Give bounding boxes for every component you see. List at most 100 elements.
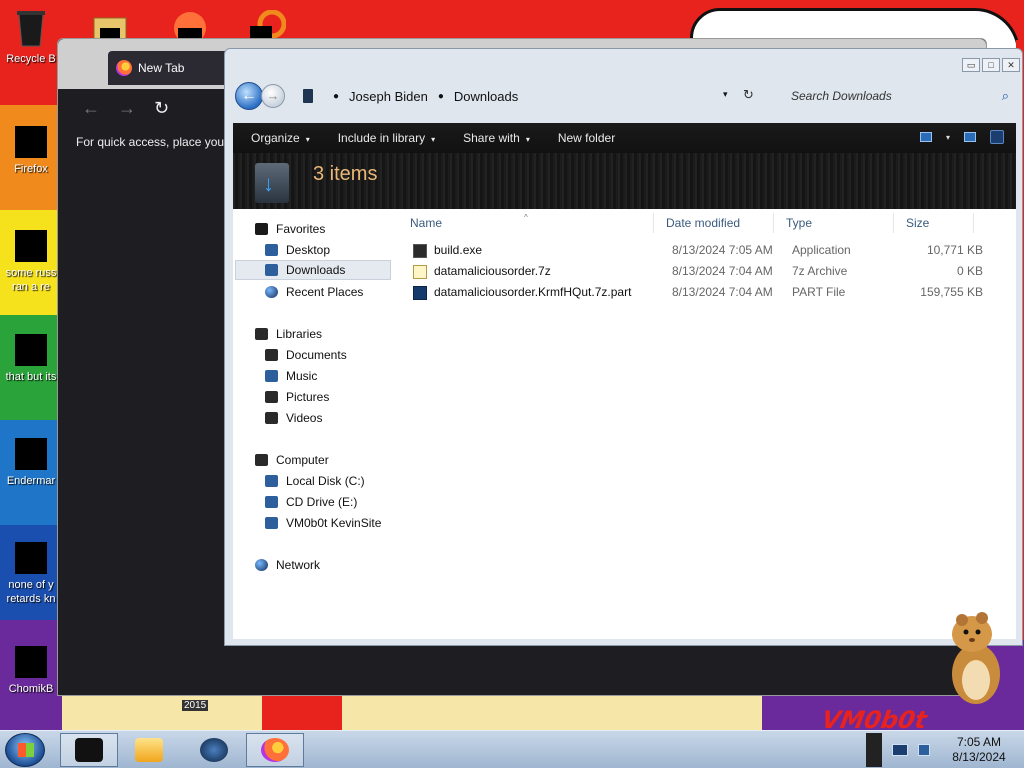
nav-item-recent-places[interactable]: Recent Places (265, 282, 363, 302)
folder-icon (303, 89, 313, 103)
maximize-button[interactable]: □ (982, 58, 1000, 72)
back-button[interactable]: ← (235, 82, 263, 110)
desktop-icon-chomik[interactable]: ChomikB (2, 646, 60, 696)
network-status-icon[interactable] (892, 744, 908, 756)
desktop-icon-endermar[interactable]: Endermar (2, 438, 60, 488)
breadcrumb[interactable]: ● Joseph Biden ● Downloads (303, 89, 518, 104)
nav-item-computer[interactable]: Computer (255, 450, 329, 470)
clock-time: 7:05 AM (956, 735, 1002, 749)
videos-icon (265, 412, 278, 424)
document-icon (15, 230, 47, 262)
search-placeholder: Search Downloads (791, 89, 892, 103)
hard-drive-icon (265, 475, 278, 487)
chevron-down-icon[interactable]: ▾ (946, 133, 950, 142)
star-icon (255, 223, 268, 235)
nav-item-local-disk[interactable]: Local Disk (C:) (265, 471, 365, 491)
view-options-icon[interactable] (919, 132, 932, 142)
nav-item-network[interactable]: Network (255, 555, 320, 575)
include-in-library-button[interactable]: Include in library ▾ (338, 131, 435, 145)
hamster-mascot-icon (952, 612, 1000, 704)
desktop-icon-label: none of y (8, 579, 54, 591)
close-button[interactable]: ✕ (1002, 58, 1020, 72)
breadcrumb-item-user[interactable]: Joseph Biden (349, 89, 428, 104)
computer-icon (255, 454, 268, 466)
minimize-button[interactable]: ▭ (962, 58, 980, 72)
taskbar-item-media-player[interactable] (120, 733, 178, 767)
taskbar: 7:05 AM 8/13/2024 (0, 730, 1024, 768)
column-header-name[interactable]: Name ^ (398, 213, 654, 233)
nav-item-desktop[interactable]: Desktop (265, 240, 330, 260)
nav-item-network-share[interactable]: VM0b0t KevinSite (265, 513, 381, 533)
music-icon (265, 370, 278, 382)
windows-logo-icon (18, 743, 34, 757)
column-header-size[interactable]: Size (894, 213, 974, 233)
file-size: 159,755 KB (920, 285, 983, 299)
show-hidden-icons-button[interactable] (866, 733, 882, 767)
documents-icon (265, 349, 278, 361)
nav-item-cd-drive[interactable]: CD Drive (E:) (265, 492, 357, 512)
chevron-down-icon: ▾ (305, 135, 310, 144)
nav-item-pictures[interactable]: Pictures (265, 387, 329, 407)
nav-item-libraries[interactable]: Libraries (255, 324, 322, 344)
downloads-folder-icon (255, 163, 289, 203)
new-folder-button[interactable]: New folder (558, 131, 615, 145)
recent-places-icon (265, 286, 278, 298)
clock-date: 8/13/2024 (952, 750, 1006, 764)
file-date: 8/13/2024 7:05 AM (672, 243, 773, 257)
partial-file-icon (413, 286, 427, 300)
file-row[interactable]: build.exe 8/13/2024 7:05 AM Application … (398, 240, 1016, 261)
nav-item-videos[interactable]: Videos (265, 408, 322, 428)
desktop-icon-firefox[interactable]: Firefox (2, 126, 60, 176)
recycle-bin-icon (17, 11, 45, 47)
app-icon (15, 438, 47, 470)
reload-icon[interactable]: ↻ (154, 98, 169, 119)
back-arrow-icon[interactable]: ← (82, 98, 100, 119)
file-type: PART File (792, 285, 846, 299)
search-input[interactable]: Search Downloads ⌕ (781, 83, 1015, 109)
bookmarks-hint: For quick access, place your (76, 135, 226, 149)
volume-icon[interactable] (918, 744, 930, 756)
column-header-date[interactable]: Date modified (654, 213, 774, 233)
clock[interactable]: 7:05 AM 8/13/2024 (944, 735, 1014, 765)
explorer-window: ▭ □ ✕ ← → ● Joseph Biden ● Downloads ▾ ↻… (224, 48, 1023, 646)
taskbar-item-firefox[interactable] (246, 733, 304, 767)
desktop-icon-document-2[interactable]: that but its (2, 334, 60, 384)
taskbar-item-browser[interactable] (185, 733, 243, 767)
wallpaper-year-text: 2015 (182, 700, 209, 711)
preview-pane-icon[interactable] (964, 132, 976, 142)
nav-item-favorites[interactable]: Favorites (255, 219, 325, 239)
file-row[interactable]: datamaliciousorder.KrmfHQut.7z.part 8/13… (398, 282, 1016, 303)
organize-button[interactable]: Organize ▾ (251, 131, 310, 145)
taskbar-item-explorer[interactable] (60, 733, 118, 767)
desktop-icon-label: Recycle B (6, 53, 56, 65)
desktop-icon-recycle-bin[interactable]: Recycle B (2, 8, 60, 66)
file-row[interactable]: datamaliciousorder.7z 8/13/2024 7:04 AM … (398, 261, 1016, 282)
column-header-type[interactable]: Type (774, 213, 894, 233)
breadcrumb-item-downloads[interactable]: Downloads (454, 89, 518, 104)
file-date: 8/13/2024 7:04 AM (672, 285, 773, 299)
nav-item-downloads[interactable]: Downloads (235, 260, 391, 280)
file-name: datamaliciousorder.KrmfHQut.7z.part (434, 285, 632, 299)
start-button[interactable] (5, 733, 45, 767)
refresh-icon[interactable]: ↻ (743, 87, 754, 103)
help-icon[interactable] (990, 130, 1004, 144)
nav-item-music[interactable]: Music (265, 366, 317, 386)
window-controls: ▭ □ ✕ (962, 58, 1020, 72)
archive-icon (413, 265, 427, 279)
browser-toolbar: ← → ↻ (66, 91, 226, 125)
address-history-dropdown[interactable]: ▾ (723, 89, 728, 100)
pictures-icon (265, 391, 278, 403)
sort-ascending-icon: ^ (524, 213, 528, 222)
desktop-icon-document-3[interactable]: none of y retards kn (2, 542, 60, 606)
explorer-icon (75, 738, 103, 762)
file-size: 10,771 KB (926, 243, 983, 257)
file-size: 0 KB (956, 264, 983, 278)
nav-item-documents[interactable]: Documents (265, 345, 347, 365)
desktop-icon-document-1[interactable]: some russ ran a re (2, 230, 60, 294)
search-icon[interactable]: ⌕ (1002, 88, 1009, 104)
share-with-button[interactable]: Share with ▾ (463, 131, 530, 145)
file-date: 8/13/2024 7:04 AM (672, 264, 773, 278)
forward-button[interactable]: → (261, 84, 285, 108)
forward-arrow-icon[interactable]: → (118, 98, 136, 119)
chevron-down-icon: ▾ (525, 135, 530, 144)
